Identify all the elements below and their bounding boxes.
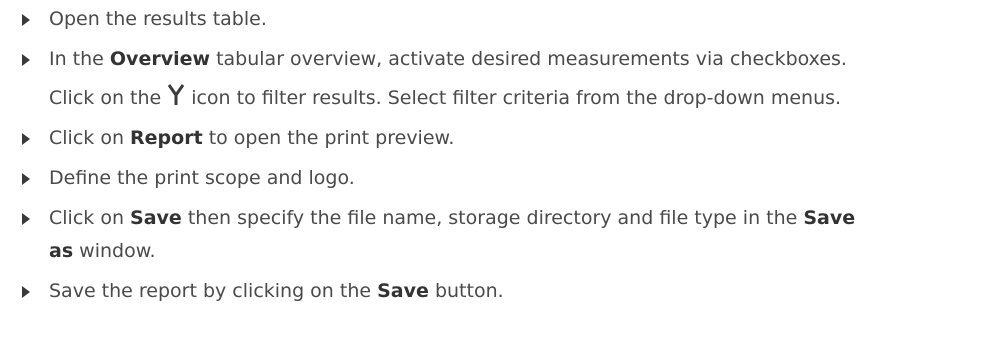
- save-as-term: Save: [803, 207, 856, 229]
- bullet-arrow-icon: [22, 173, 30, 185]
- step-text-continued: Click on the icon to filter results. Sele…: [49, 82, 988, 115]
- list-item: In the Overview tabular overview, activa…: [18, 43, 988, 115]
- list-item: Save the report by clicking on the Save …: [18, 275, 988, 308]
- list-item: Click on Save then specify the file name…: [18, 202, 988, 268]
- filter-icon: [167, 84, 185, 105]
- step-text-continued: as window.: [49, 240, 156, 262]
- list-item: Click on Report to open the print previe…: [18, 122, 988, 155]
- save-term: Save: [130, 207, 182, 229]
- instruction-list: Open the results table. In the Overview …: [18, 0, 988, 308]
- step-text: Define the print scope and logo.: [49, 167, 355, 189]
- step-text: In the Overview tabular overview, activa…: [49, 48, 847, 70]
- bullet-arrow-icon: [22, 286, 30, 298]
- step-text: Click on Report to open the print previe…: [49, 127, 455, 149]
- bullet-arrow-icon: [22, 54, 30, 66]
- step-text: Click on Save then specify the file name…: [49, 207, 856, 229]
- bullet-arrow-icon: [22, 213, 30, 225]
- bullet-arrow-icon: [22, 14, 30, 26]
- step-text: Open the results table.: [49, 8, 267, 30]
- save-as-term-continued: as: [49, 240, 74, 262]
- save-button-term: Save: [377, 280, 429, 302]
- report-term: Report: [130, 127, 203, 149]
- step-text: Save the report by clicking on the Save …: [49, 280, 504, 302]
- overview-term: Overview: [109, 48, 211, 70]
- list-item: Define the print scope and logo.: [18, 162, 988, 195]
- bullet-arrow-icon: [22, 133, 30, 145]
- list-item: Open the results table.: [18, 3, 988, 36]
